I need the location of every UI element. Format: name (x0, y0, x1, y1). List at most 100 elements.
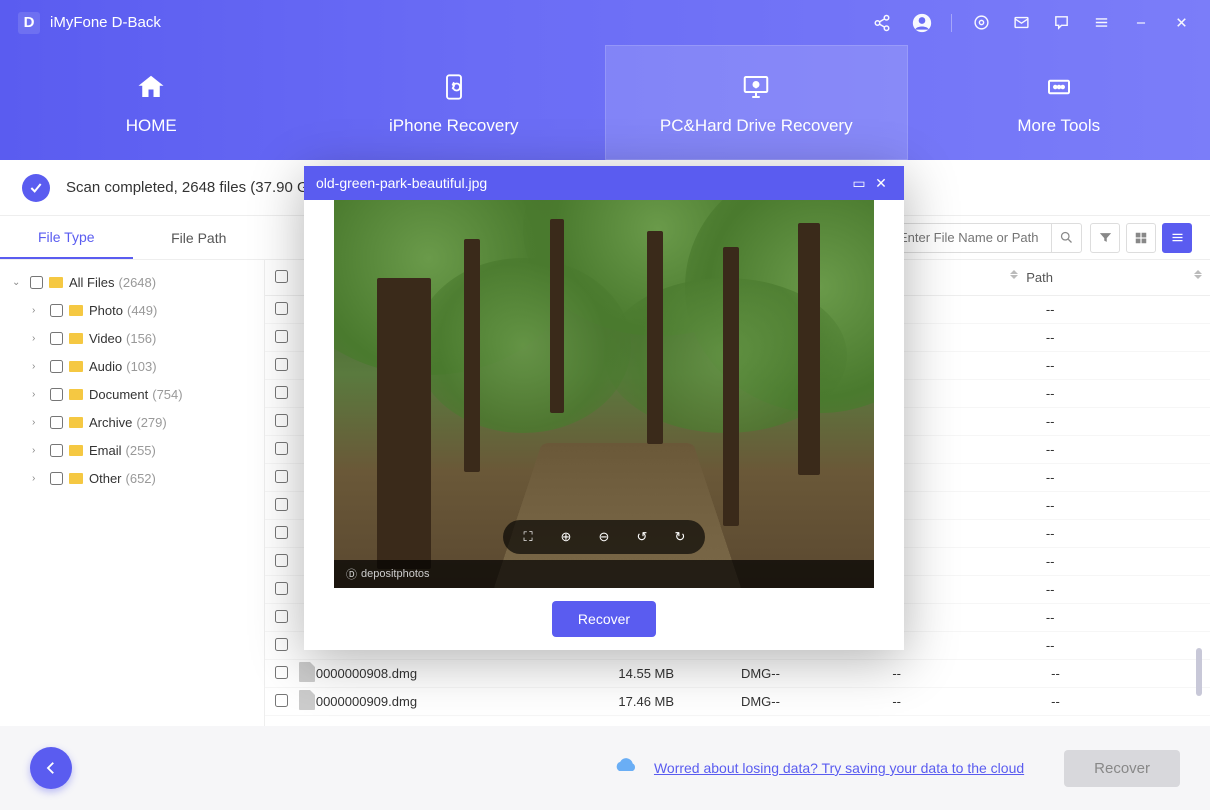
row-checkbox[interactable] (275, 470, 288, 483)
search-icon[interactable] (1051, 223, 1081, 253)
select-all-checkbox[interactable] (275, 270, 288, 283)
zoom-in-icon[interactable]: ⊕ (555, 526, 577, 548)
cell-path: -- (1046, 498, 1210, 513)
tab-file-path[interactable]: File Path (133, 216, 266, 259)
row-checkbox[interactable] (275, 526, 288, 539)
tree-item[interactable]: ⌄All Files(2648) (0, 268, 264, 296)
cell-tag: -- (882, 470, 1046, 485)
cell-tag: -- (882, 582, 1046, 597)
tree-item[interactable]: ›Email(255) (0, 436, 264, 464)
cell-tag: -- (882, 302, 1046, 317)
cell-path: -- (1046, 386, 1210, 401)
table-row[interactable]: 0000000908.dmg14.55 MBDMG------ (265, 660, 1210, 688)
tree-count: (754) (152, 387, 182, 402)
tree-item[interactable]: ›Document(754) (0, 380, 264, 408)
zoom-out-icon[interactable]: ⊖ (593, 526, 615, 548)
row-checkbox[interactable] (275, 302, 288, 315)
tree-checkbox[interactable] (50, 416, 63, 429)
cell-tag: -- (882, 442, 1046, 457)
rotate-left-icon[interactable]: ↺ (631, 526, 653, 548)
tree-count: (255) (126, 443, 156, 458)
cell-path: -- (1046, 526, 1210, 541)
preview-close-icon[interactable]: ✕ (870, 175, 892, 192)
minimize-icon[interactable] (1130, 12, 1152, 34)
row-checkbox[interactable] (275, 442, 288, 455)
cell-name: 0000000908.dmg (316, 666, 619, 681)
nav-iphone[interactable]: iPhone Recovery (303, 45, 606, 160)
mail-icon[interactable] (1010, 12, 1032, 34)
tree-checkbox[interactable] (50, 472, 63, 485)
chevron-icon: ⌄ (12, 277, 24, 288)
preview-recover-button[interactable]: Recover (552, 601, 656, 637)
folder-icon (69, 445, 83, 456)
row-checkbox[interactable] (275, 610, 288, 623)
account-icon[interactable] (911, 12, 933, 34)
tree-item[interactable]: ›Archive(279) (0, 408, 264, 436)
list-view-button[interactable] (1162, 223, 1192, 253)
tree-checkbox[interactable] (50, 360, 63, 373)
tree-checkbox[interactable] (30, 276, 43, 289)
fullscreen-icon[interactable]: ⛶ (517, 526, 539, 548)
image-credit: Ⓓ depositphotos (334, 560, 874, 588)
tree-label: Document (89, 387, 148, 402)
tree-item[interactable]: ›Photo(449) (0, 296, 264, 324)
tree-count: (103) (126, 359, 156, 374)
tree-checkbox[interactable] (50, 304, 63, 317)
tab-file-type[interactable]: File Type (0, 216, 133, 259)
app-logo-icon: D (18, 12, 40, 34)
app-title: iMyFone D-Back (50, 14, 161, 31)
cloud-icon (612, 756, 640, 781)
preview-toolbar: ⛶ ⊕ ⊖ ↺ ↻ (503, 520, 705, 554)
folder-icon (69, 333, 83, 344)
tree-label: Photo (89, 303, 123, 318)
row-checkbox[interactable] (275, 582, 288, 595)
search-box (890, 223, 1082, 253)
tree-label: Audio (89, 359, 122, 374)
nav-home[interactable]: HOME (0, 45, 303, 160)
monitor-icon (739, 70, 773, 104)
preview-maximize-icon[interactable]: ▭ (848, 175, 870, 192)
tree-item[interactable]: ›Audio(103) (0, 352, 264, 380)
col-path[interactable]: Path (1026, 270, 1053, 285)
tree-label: Other (89, 471, 122, 486)
close-icon[interactable] (1170, 12, 1192, 34)
cell-tag: -- (882, 498, 1046, 513)
tree-checkbox[interactable] (50, 444, 63, 457)
share-icon[interactable] (871, 12, 893, 34)
cloud-link[interactable]: Worred about losing data? Try saving you… (654, 760, 1024, 776)
filter-button[interactable] (1090, 223, 1120, 253)
tree-item[interactable]: ›Video(156) (0, 324, 264, 352)
tree-checkbox[interactable] (50, 332, 63, 345)
grid-view-button[interactable] (1126, 223, 1156, 253)
row-checkbox[interactable] (275, 666, 288, 679)
recover-button[interactable]: Recover (1064, 750, 1180, 787)
row-checkbox[interactable] (275, 554, 288, 567)
tree-label: Email (89, 443, 122, 458)
cell-path: -- (1046, 358, 1210, 373)
chevron-icon: › (32, 417, 44, 428)
nav-pc[interactable]: PC&Hard Drive Recovery (605, 45, 908, 160)
row-checkbox[interactable] (275, 386, 288, 399)
feedback-icon[interactable] (1050, 12, 1072, 34)
settings-icon[interactable] (970, 12, 992, 34)
footer: Worred about losing data? Try saving you… (0, 726, 1210, 810)
menu-icon[interactable] (1090, 12, 1112, 34)
search-input[interactable] (891, 230, 1051, 245)
cell-path: -- (1046, 330, 1210, 345)
row-checkbox[interactable] (275, 638, 288, 651)
nav-more[interactable]: More Tools (908, 45, 1210, 160)
row-checkbox[interactable] (275, 358, 288, 371)
cell-path: -- (1051, 666, 1210, 681)
back-button[interactable] (30, 747, 72, 789)
table-row[interactable]: 0000000909.dmg17.46 MBDMG------ (265, 688, 1210, 716)
tree-checkbox[interactable] (50, 388, 63, 401)
nav-pc-label: PC&Hard Drive Recovery (660, 116, 853, 136)
row-checkbox[interactable] (275, 694, 288, 707)
row-checkbox[interactable] (275, 498, 288, 511)
rotate-right-icon[interactable]: ↻ (669, 526, 691, 548)
cell-date: -- (771, 666, 892, 681)
row-checkbox[interactable] (275, 330, 288, 343)
row-checkbox[interactable] (275, 414, 288, 427)
scrollbar-handle[interactable] (1196, 648, 1202, 696)
tree-item[interactable]: ›Other(652) (0, 464, 264, 492)
